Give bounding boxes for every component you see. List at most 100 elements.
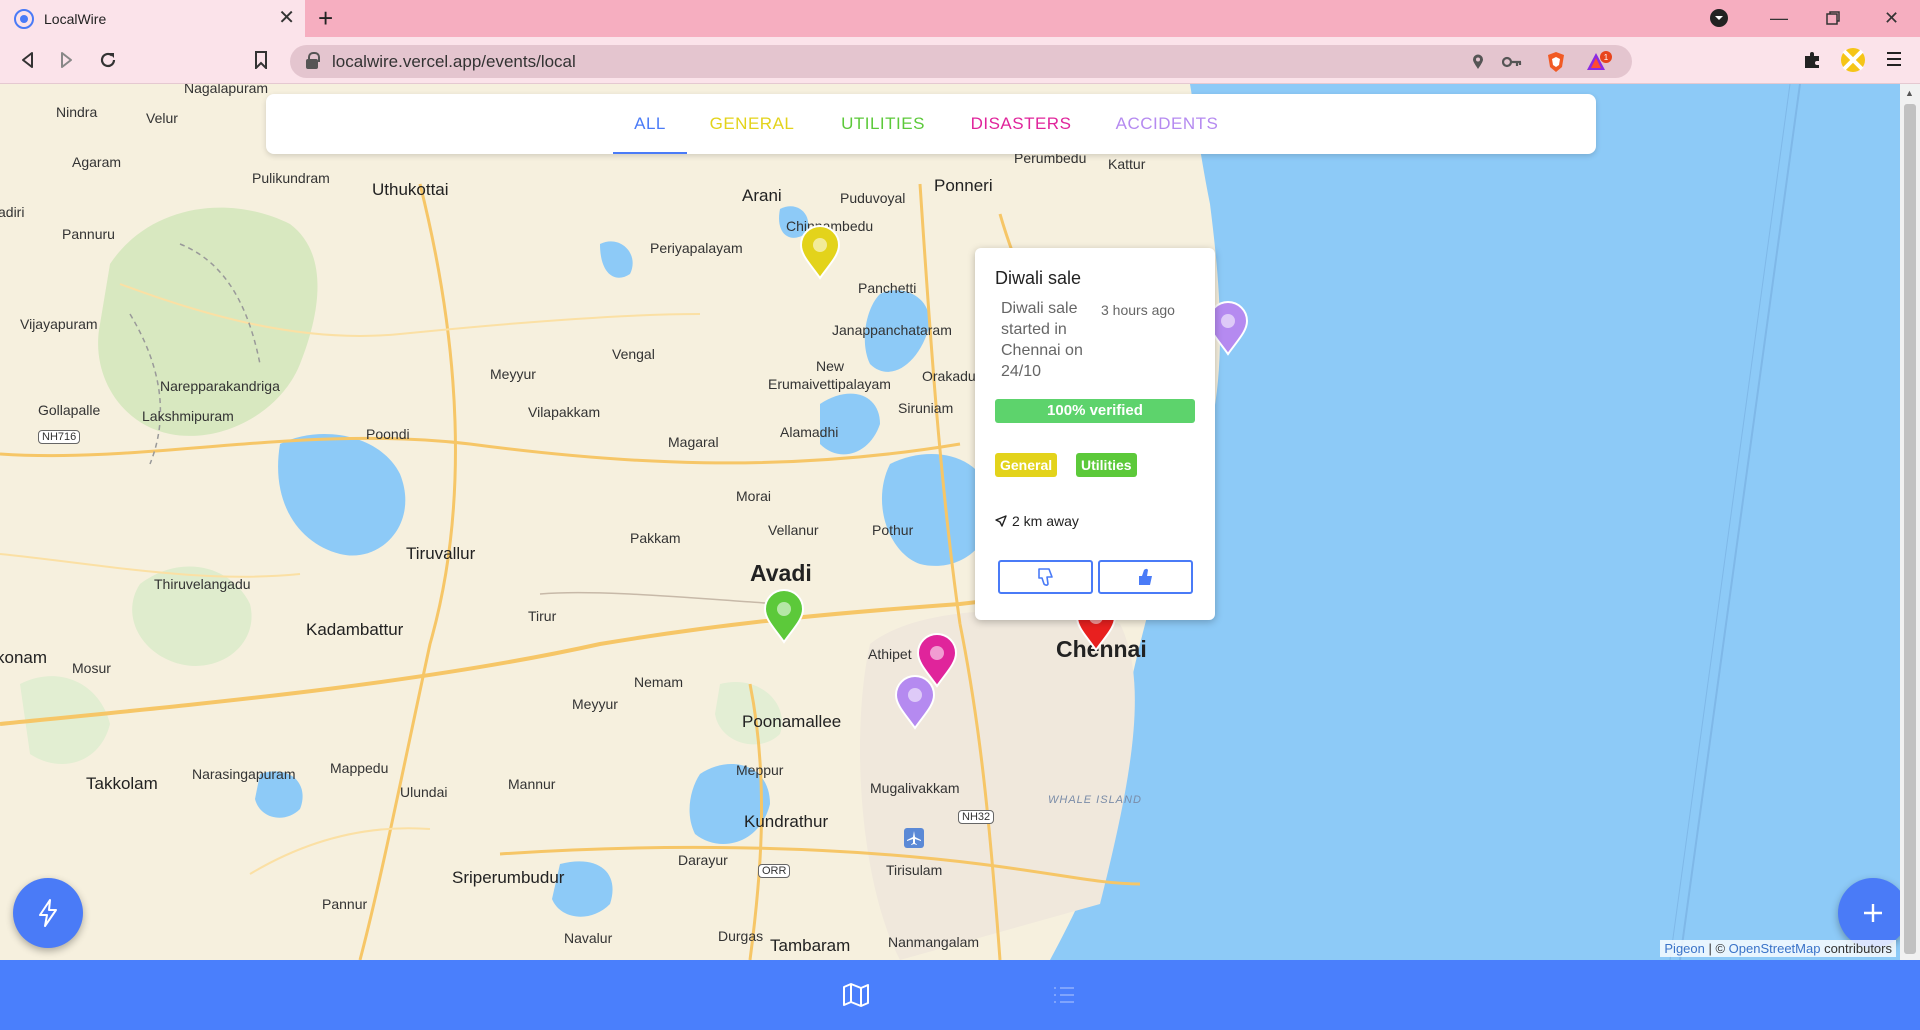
event-popup: Diwali sale Diwali sale started in Chenn… <box>975 248 1215 620</box>
place-label: Pulikundram <box>252 170 330 186</box>
place-label: New <box>816 358 845 374</box>
highway-shield: NH32 <box>958 810 995 824</box>
tab-utilities[interactable]: UTILITIES <box>823 94 943 154</box>
place-label: Gollapalle <box>38 402 101 418</box>
map-tiles <box>0 84 1900 960</box>
key-icon[interactable] <box>1502 56 1522 68</box>
brave-rewards-icon[interactable]: 1 <box>1586 51 1612 73</box>
restore-icon[interactable] <box>1826 11 1840 25</box>
place-label: Vijayapuram <box>20 316 98 332</box>
add-event-button[interactable] <box>1838 878 1908 948</box>
downvote-button[interactable] <box>998 560 1093 594</box>
place-label: Avadi <box>750 560 812 586</box>
highway-shield: ORR <box>758 864 791 878</box>
place-label: Morai <box>736 488 772 504</box>
place-label: Velur <box>146 110 178 126</box>
place-label: Kattur <box>1108 156 1146 172</box>
map[interactable]: Nagalapuram Nindra Velur Agaram Pulikund… <box>0 84 1900 960</box>
extension-avatar-icon[interactable] <box>1840 47 1866 73</box>
lightning-icon <box>39 899 57 927</box>
place-label: Narasingapuram <box>192 766 296 782</box>
quick-action-button[interactable] <box>13 878 83 948</box>
place-label: Lakshmipuram <box>142 408 234 424</box>
place-label: Puduvoyal <box>840 190 906 206</box>
place-label: Kundrathur <box>744 812 829 831</box>
menu-icon[interactable] <box>1886 51 1902 67</box>
pigeon-link[interactable]: Pigeon <box>1664 941 1704 956</box>
browser-toolbar: localwire.vercel.app/events/local 1 <box>0 37 1920 84</box>
browser-tab[interactable]: LocalWire ✕ <box>0 0 305 37</box>
tab-all[interactable]: ALL <box>613 94 687 154</box>
forward-icon[interactable] <box>60 51 74 69</box>
place-label: Uthukottai <box>372 180 449 199</box>
extensions-icon[interactable] <box>1802 50 1822 70</box>
place-label: Vengal <box>612 346 655 362</box>
upvote-button[interactable] <box>1098 560 1193 594</box>
thumbs-down-icon <box>1037 568 1053 586</box>
place-label: Sriperumbudur <box>452 868 565 887</box>
place-label: Alamadhi <box>780 424 839 440</box>
place-label: WHALE ISLAND <box>1048 794 1142 806</box>
place-label: Ulundai <box>400 784 448 800</box>
tab-disasters[interactable]: DISASTERS <box>956 94 1086 154</box>
verified-bar: 100% verified <box>995 399 1195 423</box>
scroll-up-icon[interactable]: ▲ <box>1905 88 1914 98</box>
place-label: Mosur <box>72 660 111 676</box>
place-label: Mannur <box>508 776 556 792</box>
map-icon[interactable] <box>842 982 870 1008</box>
event-title: Diwali sale <box>995 268 1082 288</box>
place-label: Mugalivakkam <box>870 780 960 796</box>
list-icon[interactable] <box>1052 984 1076 1006</box>
scrollbar[interactable]: ▲ <box>1900 84 1920 960</box>
place-label: Tambaram <box>770 936 851 955</box>
place-label: Pakkam <box>630 530 681 546</box>
close-window-icon[interactable]: ✕ <box>1884 6 1899 30</box>
place-label: Poonamallee <box>742 712 842 731</box>
plus-icon <box>1864 904 1882 922</box>
place-label: Magaral <box>668 434 719 450</box>
place-label: Meyyur <box>490 366 536 382</box>
place-label: Arani <box>742 186 782 205</box>
localwire-favicon-icon <box>14 8 34 29</box>
location-icon[interactable] <box>1472 54 1484 70</box>
scrollbar-thumb[interactable] <box>1904 104 1916 954</box>
event-description: Diwali sale started in Chennai on 24/10 <box>1001 300 1083 380</box>
thumbs-up-icon <box>1138 568 1152 585</box>
navigation-arrow-icon <box>995 515 1007 527</box>
rewards-badge: 1 <box>1604 53 1609 62</box>
event-marker[interactable] <box>893 674 937 730</box>
place-label: Tirur <box>528 608 557 624</box>
place-label: Agaram <box>72 154 122 170</box>
place-label: Meyyur <box>572 696 618 712</box>
url-text: localwire.vercel.app/events/local <box>332 51 576 71</box>
place-label: Pothur <box>872 522 914 538</box>
place-label: Kadambattur <box>306 620 404 639</box>
osm-link[interactable]: OpenStreetMap <box>1729 941 1821 956</box>
minimize-icon[interactable]: — <box>1770 6 1788 30</box>
place-label: Darayur <box>678 852 728 868</box>
tab-close-icon[interactable]: ✕ <box>278 7 295 29</box>
tab-general[interactable]: GENERAL <box>697 94 807 154</box>
event-marker[interactable] <box>762 588 806 644</box>
profile-menu-icon[interactable] <box>1710 9 1728 27</box>
bookmark-icon[interactable] <box>254 51 268 69</box>
address-bar[interactable]: localwire.vercel.app/events/local 1 <box>290 45 1632 78</box>
place-label: Vellanur <box>768 522 819 538</box>
distance-text: 2 km away <box>1012 513 1079 529</box>
place-label: Tirisulam <box>886 862 943 878</box>
place-label: Nagalapuram <box>184 84 269 96</box>
place-label: Nanmangalam <box>888 934 980 950</box>
tab-title: LocalWire <box>44 10 107 27</box>
place-label: Athipet <box>868 646 912 662</box>
event-marker[interactable] <box>798 224 842 280</box>
new-tab-icon[interactable]: + <box>318 4 333 32</box>
back-icon[interactable] <box>20 51 34 69</box>
event-time: 3 hours ago <box>1101 302 1175 318</box>
reload-icon[interactable] <box>98 50 118 70</box>
tab-accidents[interactable]: ACCIDENTS <box>1102 94 1232 154</box>
brave-shield-icon[interactable] <box>1546 51 1566 73</box>
category-tabs: ALL GENERAL UTILITIES DISASTERS ACCIDENT… <box>266 94 1596 154</box>
place-label: Janappanchataram <box>832 322 952 338</box>
bottom-nav <box>0 960 1920 1030</box>
highway-shield: NH716 <box>38 430 81 444</box>
